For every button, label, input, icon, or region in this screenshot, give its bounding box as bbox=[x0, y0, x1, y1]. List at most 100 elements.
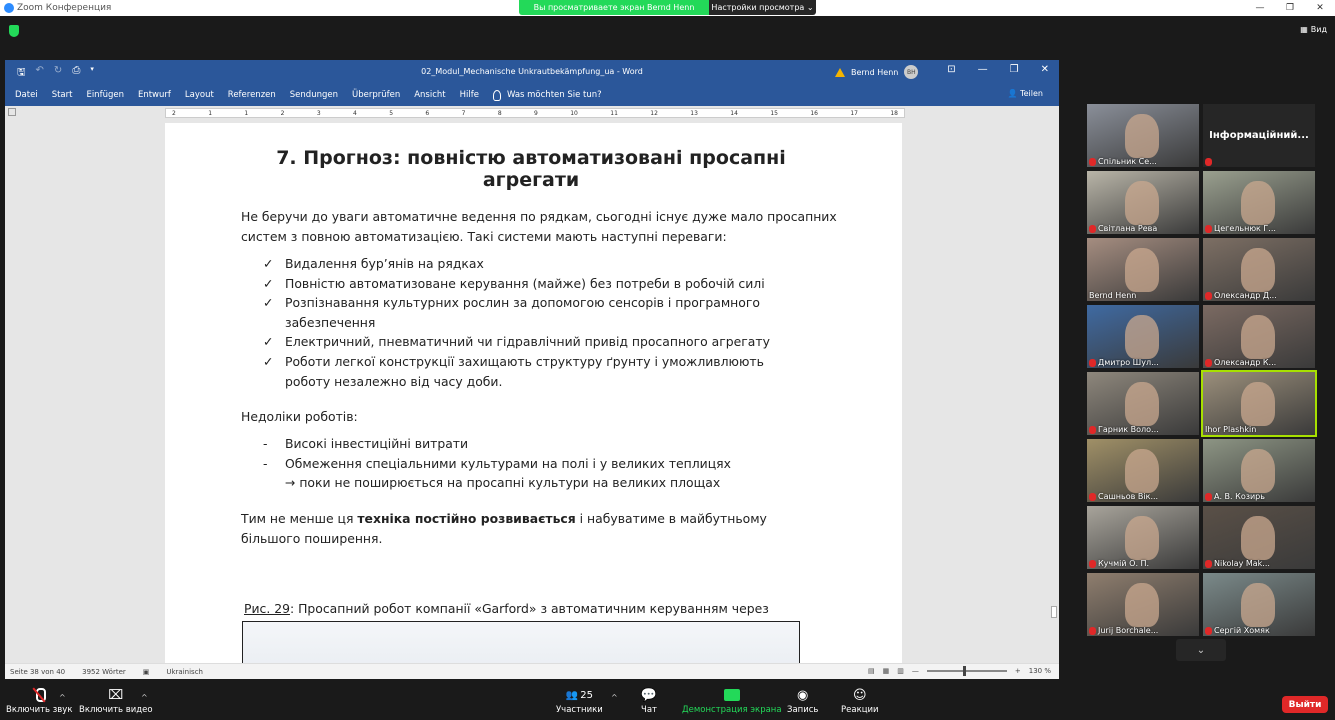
participant-name: Ihor Plashkin bbox=[1205, 425, 1257, 434]
tab-ueberpruefen[interactable]: Überprüfen bbox=[352, 90, 400, 100]
mic-off-icon bbox=[1205, 626, 1212, 635]
list-item: - Обмеження спеціальними культурами на по… bbox=[263, 454, 841, 474]
vertical-scrollbar[interactable] bbox=[1049, 106, 1059, 663]
print-layout-icon[interactable]: ▦ bbox=[883, 667, 890, 675]
view-button-label: Вид bbox=[1310, 25, 1327, 34]
chat-button[interactable]: 💬 Чат bbox=[641, 683, 657, 720]
participants-options-chevron-icon[interactable]: ^ bbox=[611, 693, 618, 702]
tab-selector[interactable] bbox=[8, 108, 16, 116]
participant-label: Jurij Borchale... bbox=[1089, 626, 1158, 635]
participants-button[interactable]: 👥 25 Участники bbox=[556, 683, 603, 720]
document-page[interactable]: 7. Прогноз: повністю автоматизовані прос… bbox=[165, 123, 902, 663]
participants-icon: 👥 25 bbox=[565, 689, 593, 701]
word-minimize-icon[interactable]: — bbox=[978, 64, 988, 75]
list-item-text: Електричний, пневматичний чи гідравлічни… bbox=[285, 334, 770, 350]
zoom-slider[interactable] bbox=[926, 666, 1007, 676]
participant-tile[interactable]: Олександр К... bbox=[1203, 305, 1315, 368]
participant-tile[interactable]: Bernd Henn bbox=[1087, 238, 1199, 301]
chat-label: Чат bbox=[641, 705, 657, 715]
list-item-note-text: → поки не поширюється на просапні культу… bbox=[285, 475, 721, 491]
tab-start[interactable]: Start bbox=[52, 90, 73, 100]
word-restore-icon[interactable]: ❐ bbox=[1010, 64, 1019, 75]
leave-button[interactable]: Выйти bbox=[1282, 696, 1328, 713]
participant-tile[interactable]: А. В. Козирь bbox=[1203, 439, 1315, 502]
participant-name: Олександр Д... bbox=[1214, 291, 1277, 300]
zoom-in-icon[interactable]: + bbox=[1015, 667, 1021, 675]
list-item-text: Обмеження спеціальними культурами на пол… bbox=[285, 455, 731, 471]
tab-layout[interactable]: Layout bbox=[185, 90, 214, 100]
participant-tile[interactable]: Jurij Borchale... bbox=[1087, 573, 1199, 636]
zoom-level[interactable]: 130 % bbox=[1029, 667, 1051, 675]
participant-name: Bernd Henn bbox=[1089, 291, 1137, 300]
web-layout-icon[interactable]: ▥ bbox=[897, 667, 904, 675]
view-settings-button[interactable]: Настройки просмотра ⌄ bbox=[709, 0, 816, 15]
share-banner: Вы просматриваете экран Bernd Henn bbox=[519, 0, 709, 15]
list-item: - Високі інвестиційні витрати bbox=[263, 434, 841, 454]
ribbon-display-icon[interactable]: ⊡ bbox=[947, 64, 955, 75]
video-options-chevron-icon[interactable]: ^ bbox=[141, 693, 148, 702]
zoom-out-icon[interactable]: — bbox=[912, 667, 919, 675]
reactions-button[interactable]: ☺ Реакции bbox=[841, 683, 879, 720]
participant-tile[interactable]: Сашньов Вік... bbox=[1087, 439, 1199, 502]
read-mode-icon[interactable]: ▤ bbox=[868, 667, 875, 675]
participant-tile[interactable]: Спільник Се... bbox=[1087, 104, 1199, 167]
share-screen-button[interactable]: Демонстрация экрана bbox=[682, 683, 782, 720]
participant-label: Цегельнюк Г... bbox=[1205, 224, 1276, 233]
participant-video bbox=[1241, 248, 1275, 292]
scrollbar-thumb[interactable] bbox=[1051, 606, 1057, 618]
dash-bullet: - bbox=[263, 455, 268, 471]
participant-label: Олександр Д... bbox=[1205, 291, 1277, 300]
gallery-scroll-down-button[interactable]: ⌄ bbox=[1176, 639, 1226, 661]
lightbulb-icon bbox=[492, 89, 501, 101]
participant-tile[interactable]: Дмитро Шул... bbox=[1087, 305, 1199, 368]
word-count[interactable]: 3952 Wörter bbox=[82, 668, 126, 676]
tab-einfuegen[interactable]: Einfügen bbox=[86, 90, 124, 100]
participant-tile[interactable]: Цегельнюк Г... bbox=[1203, 171, 1315, 234]
tab-referenzen[interactable]: Referenzen bbox=[228, 90, 276, 100]
app-title: Zoom Конференция bbox=[4, 3, 111, 13]
participant-video bbox=[1125, 382, 1159, 426]
start-video-label: Включить видео bbox=[79, 705, 153, 715]
proofing-icon[interactable]: ▣ bbox=[143, 668, 150, 676]
participant-video bbox=[1241, 583, 1275, 627]
record-button[interactable]: ◉ Запись bbox=[787, 683, 818, 720]
horizontal-ruler[interactable]: 2 1 1 2 3 4 5 6 7 8 9 10 11 12 13 14 15 16 17 18 bbox=[165, 108, 905, 118]
word-titlebar: 🖫 ↶ ↻ ⎙ ▾ 02_Modul_Mechanische Unkrautbe… bbox=[5, 60, 1059, 84]
language[interactable]: Ukrainisch bbox=[166, 668, 203, 676]
participant-name: Jurij Borchale... bbox=[1098, 626, 1159, 635]
shield-icon[interactable] bbox=[9, 25, 19, 37]
share-screen-label: Демонстрация экрана bbox=[682, 705, 782, 715]
video-off-icon: ⌧ bbox=[108, 687, 124, 703]
list-item: ✓ Електричний, пневматичний чи гідравлічн… bbox=[263, 332, 841, 352]
participant-tile[interactable]: Світлана Рева bbox=[1087, 171, 1199, 234]
participant-label: Кучмій О. П. bbox=[1089, 559, 1149, 568]
mic-off-icon bbox=[1205, 492, 1212, 501]
mic-off-icon bbox=[1089, 492, 1096, 501]
participant-tile[interactable]: Олександр Д... bbox=[1203, 238, 1315, 301]
close-icon[interactable]: ✕ bbox=[1305, 0, 1335, 16]
tell-me-search[interactable]: Was möchten Sie tun? bbox=[492, 89, 602, 101]
page-count[interactable]: Seite 38 von 40 bbox=[10, 668, 65, 676]
warning-icon bbox=[835, 67, 845, 77]
participant-tile[interactable]: Гарник Воло... bbox=[1087, 372, 1199, 435]
tab-datei[interactable]: Datei bbox=[15, 90, 38, 100]
tab-entwurf[interactable]: Entwurf bbox=[138, 90, 171, 100]
tab-hilfe[interactable]: Hilfe bbox=[460, 90, 479, 100]
minimize-icon[interactable]: — bbox=[1245, 0, 1275, 16]
participant-tile[interactable]: Сергій Хомяк bbox=[1203, 573, 1315, 636]
view-button[interactable]: ▦ Вид bbox=[1300, 25, 1327, 34]
participant-tile[interactable]: Nikolay Mak... bbox=[1203, 506, 1315, 569]
account[interactable]: Bernd Henn BH bbox=[835, 65, 919, 79]
audio-options-chevron-icon[interactable]: ^ bbox=[59, 693, 66, 702]
share-button[interactable]: 👤 Teilen bbox=[1008, 89, 1043, 98]
conclusion-text: Тим не менше ця bbox=[241, 510, 358, 526]
tab-ansicht[interactable]: Ansicht bbox=[414, 90, 445, 100]
maximize-icon[interactable]: ❐ bbox=[1275, 0, 1305, 16]
ruler-area: 2 1 1 2 3 4 5 6 7 8 9 10 11 12 13 14 15 16 17 18 bbox=[5, 106, 1059, 120]
word-close-icon[interactable]: ✕ bbox=[1041, 64, 1049, 75]
tab-sendungen[interactable]: Sendungen bbox=[290, 90, 338, 100]
participant-video bbox=[1125, 583, 1159, 627]
participant-tile[interactable]: Кучмій О. П. bbox=[1087, 506, 1199, 569]
participant-tile[interactable]: Ihor Plashkin bbox=[1201, 370, 1317, 437]
participant-tile[interactable]: Інформаційний... bbox=[1203, 104, 1315, 167]
